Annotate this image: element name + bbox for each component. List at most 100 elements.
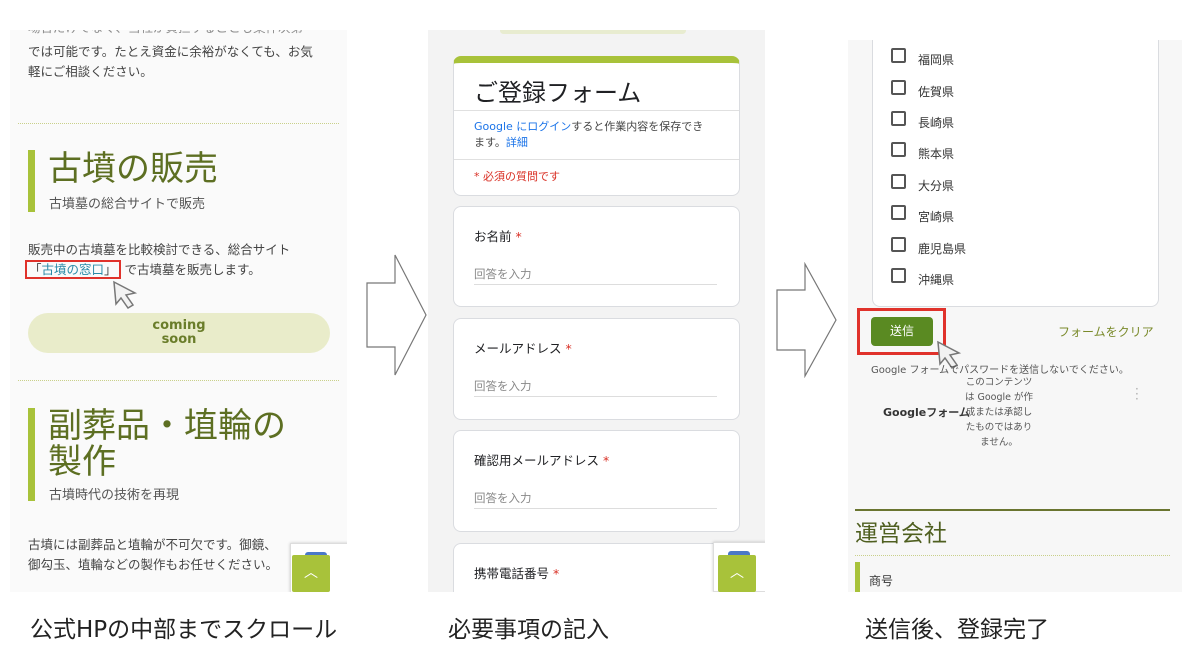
question-card-email: メールアドレス * 回答を入力 xyxy=(453,318,740,420)
caption-step1: 公式HPの中部までスクロール xyxy=(30,617,338,643)
item-accent-bar xyxy=(855,562,860,592)
bracket: 「 xyxy=(29,262,42,277)
form-header-card: ご登録フォーム Google にログインすると作業内容を保存できます。詳細 * … xyxy=(453,56,740,196)
highlight-box: 「古墳の窓口」 xyxy=(25,260,121,279)
website-screenshot: 場合だけでなく、当社が負担することも案件次第 では可能です。たとえ資金に余裕がな… xyxy=(10,30,347,592)
google-forms-logo[interactable]: Googleフォーム xyxy=(883,404,970,420)
cut-text: 場合だけでなく、当社が負担することも案件次第 xyxy=(28,30,303,38)
disclaimer-line: ません。 xyxy=(980,437,1018,448)
disclaimer-line: たものではあり xyxy=(965,422,1033,433)
checkbox[interactable] xyxy=(891,205,906,220)
label-text: 確認用メールアドレス xyxy=(474,453,600,468)
kofun-madoguchi-link[interactable]: 古墳の窓口 xyxy=(42,262,105,277)
title-line: 副葬品・埴輪の xyxy=(48,406,286,446)
prefecture-label: 福岡県 xyxy=(918,53,955,67)
password-warning: Google フォームでパスワードを送信しないでください。 xyxy=(871,365,1129,376)
divider xyxy=(454,110,739,111)
more-vert-icon[interactable]: · · · xyxy=(1135,383,1139,405)
heading-accent-bar xyxy=(28,408,35,501)
body-text: 古墳には副葬品と埴輪が不可欠です。御鏡、 xyxy=(28,537,277,552)
section-title: 古墳の販売 xyxy=(48,149,218,189)
scroll-top-button[interactable]: ︿ xyxy=(718,555,756,592)
section-subtitle: 古墳墓の総合サイトで販売 xyxy=(49,197,206,212)
arrow-right-icon xyxy=(776,262,837,378)
name-input[interactable]: 回答を入力 xyxy=(474,266,532,282)
divider xyxy=(855,555,1170,556)
company-heading: 運営会社 xyxy=(855,521,947,547)
form-title: ご登録フォーム xyxy=(474,79,642,107)
submit-button[interactable]: 送信 xyxy=(871,317,933,346)
google-login-link[interactable]: Google にログイン xyxy=(474,120,571,133)
required-note: * 必須の質問です xyxy=(474,170,560,183)
input-underline xyxy=(474,508,717,509)
clear-form-button[interactable]: フォームをクリア xyxy=(1058,323,1154,340)
login-text: ます。 xyxy=(474,136,506,149)
coming-soon-button[interactable]: coming soon xyxy=(28,313,330,353)
checkbox[interactable] xyxy=(891,111,906,126)
question-label: 携帯電話番号 * xyxy=(474,563,559,582)
question-card-name: お名前 * 回答を入力 xyxy=(453,206,740,307)
login-note: Google にログインすると作業内容を保存できます。詳細 xyxy=(474,119,729,151)
prefecture-label: 大分県 xyxy=(918,179,955,193)
question-label: 確認用メールアドレス * xyxy=(474,450,609,469)
prefecture-label: 長崎県 xyxy=(918,116,955,130)
question-label: メールアドレス * xyxy=(474,338,572,357)
cursor-icon xyxy=(113,280,138,310)
button-label: soon xyxy=(161,332,197,347)
divider xyxy=(18,380,339,381)
label-text: お名前 xyxy=(474,229,512,244)
heading-accent-bar xyxy=(28,150,35,212)
question-label: お名前 * xyxy=(474,226,522,245)
label-text: メールアドレス xyxy=(474,341,562,356)
body-text-line2: 「古墳の窓口」 で古墳墓を販売します。 xyxy=(25,260,261,280)
email-input[interactable]: 回答を入力 xyxy=(474,378,532,394)
title-line: 製作 xyxy=(48,442,116,482)
body-text: 販売中の古墳墓を比較検討できる、総合サイト xyxy=(28,242,291,257)
divider xyxy=(454,159,739,160)
disclaimer-line: 成または承認し xyxy=(965,407,1033,418)
required-mark: * xyxy=(553,566,560,581)
cut-button xyxy=(500,30,686,34)
confirm-email-input[interactable]: 回答を入力 xyxy=(474,490,532,506)
caption-step3: 送信後、登録完了 xyxy=(865,617,1049,643)
button-label: coming xyxy=(152,318,206,333)
required-mark: * xyxy=(565,341,572,356)
required-mark: * xyxy=(515,229,522,244)
disclaimer: このコンテンツ は Google が作 成または承認し たものではあり ません。 xyxy=(964,375,1034,450)
body-text: 御勾玉、埴輪などの製作もお任せください。 xyxy=(28,557,279,572)
prefecture-label: 沖縄県 xyxy=(918,273,955,287)
prefecture-label: 熊本県 xyxy=(918,147,955,161)
prefecture-label: 佐賀県 xyxy=(918,85,955,99)
prefecture-label: 宮崎県 xyxy=(918,210,955,224)
intro-text-line: では可能です。たとえ資金に余裕がなくても、お気 xyxy=(28,44,313,59)
checkbox[interactable] xyxy=(891,268,906,283)
section-title: 副葬品・埴輪の 製作 xyxy=(48,408,286,480)
details-link[interactable]: 詳細 xyxy=(506,136,528,149)
question-card-confirm-email: 確認用メールアドレス * 回答を入力 xyxy=(453,430,740,532)
google-form-screenshot: ご登録フォーム Google にログインすると作業内容を保存できます。詳細 * … xyxy=(428,30,765,592)
form-submit-screenshot: 福岡県佐賀県長崎県熊本県大分県宮崎県鹿児島県沖縄県 送信 フォームをクリア Go… xyxy=(848,40,1182,592)
checkbox[interactable] xyxy=(891,80,906,95)
input-underline xyxy=(474,284,717,285)
disclaimer-line: このコンテンツ xyxy=(965,377,1033,388)
intro-text-line: 軽にご相談ください。 xyxy=(28,64,153,79)
checkbox[interactable] xyxy=(891,48,906,63)
scroll-top-button[interactable]: ︿ xyxy=(292,555,330,592)
label-text: 携帯電話番号 xyxy=(474,566,550,581)
divider xyxy=(855,509,1170,511)
caption-step2: 必要事項の記入 xyxy=(448,617,609,643)
disclaimer-line: は Google が作 xyxy=(964,392,1034,403)
checkbox[interactable] xyxy=(891,237,906,252)
section-subtitle: 古墳時代の技術を再現 xyxy=(49,488,180,503)
question-card-phone: 携帯電話番号 * xyxy=(453,543,740,592)
arrow-right-icon xyxy=(366,254,427,376)
prefecture-question-card xyxy=(872,40,1159,307)
checkbox[interactable] xyxy=(891,174,906,189)
body-text-rest: で古墳墓を販売します。 xyxy=(124,262,261,277)
checkbox[interactable] xyxy=(891,142,906,157)
bracket: 」 xyxy=(104,262,117,277)
login-text: すると作業内容を保存でき xyxy=(571,120,704,133)
input-underline xyxy=(474,396,717,397)
prefecture-label: 鹿児島県 xyxy=(918,242,967,256)
chevron-up-icon: ︿ xyxy=(730,565,744,581)
